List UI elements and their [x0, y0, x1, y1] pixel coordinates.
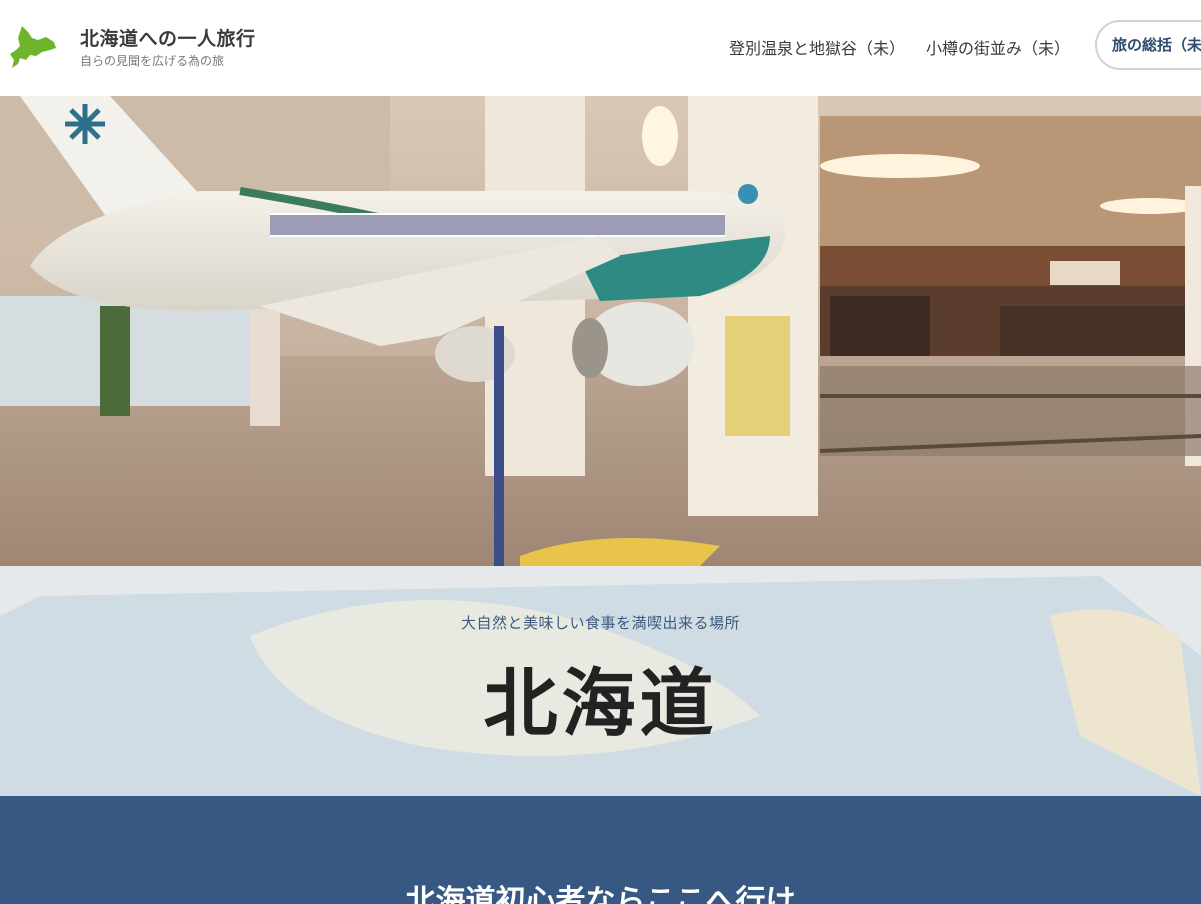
nav-link-noboribetsu[interactable]: 登別温泉と地獄谷（未） — [729, 35, 905, 59]
hokkaido-map-icon[interactable] — [8, 22, 58, 70]
nav-summary-button[interactable]: 旅の総括（未） — [1095, 20, 1201, 70]
hero-section: 大自然と美味しい食事を満喫出来る場所 北海道 — [0, 96, 1201, 796]
section-title: 北海道初心者ならここへ行け — [405, 884, 796, 904]
hero-subtitle: 大自然と美味しい食事を満喫出来る場所 — [460, 614, 740, 632]
nav-link-otaru[interactable]: 小樽の街並み（未） — [926, 35, 1070, 59]
hero-title: 北海道 — [483, 661, 718, 747]
section-featured: 北海道初心者ならここへ行け — [0, 796, 1201, 904]
site-title[interactable]: 北海道への一人旅行 — [80, 24, 256, 51]
site-header: 北海道への一人旅行 自らの見聞を広げる為の旅 登別温泉と地獄谷（未） 小樽の街並… — [0, 0, 1201, 96]
site-tagline: 自らの見聞を広げる為の旅 — [80, 54, 225, 68]
